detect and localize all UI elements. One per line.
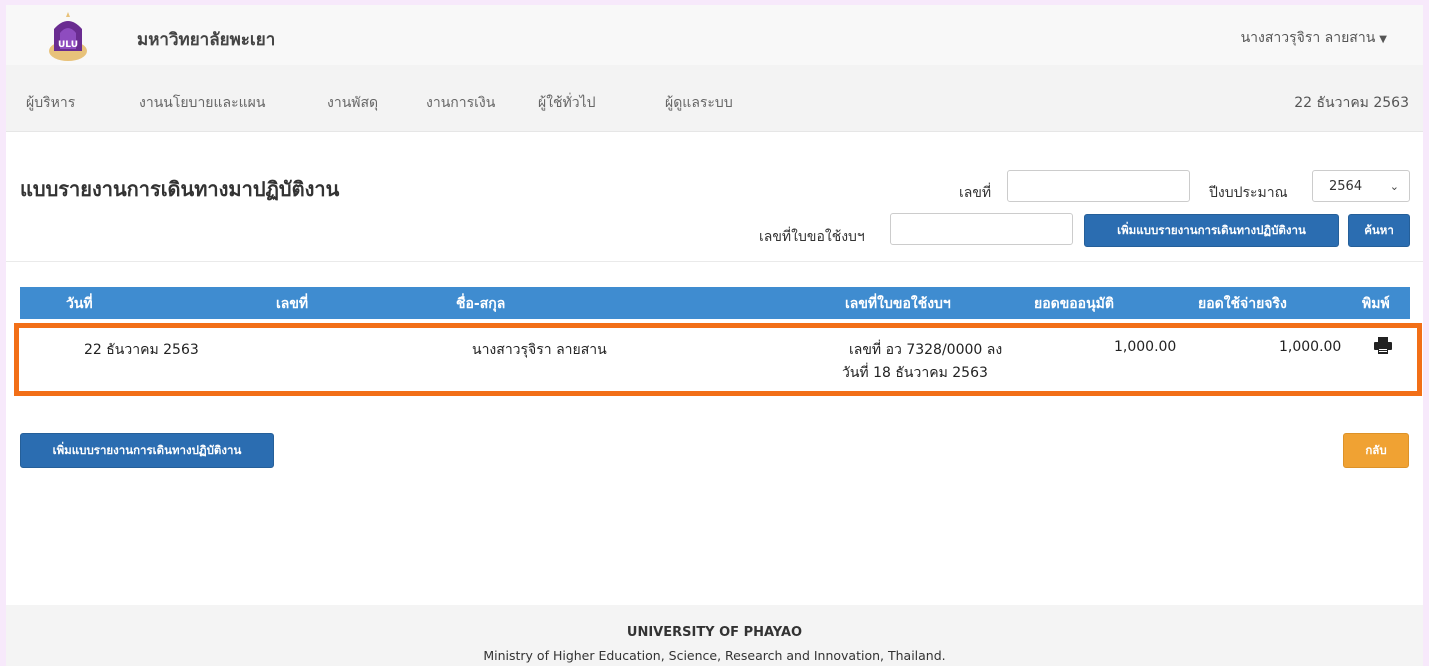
nav-item-policy-plan[interactable]: งานนโยบายและแผน <box>139 92 265 114</box>
svg-text:ULU: ULU <box>58 40 78 50</box>
col-print: พิมพ์ <box>1362 296 1390 312</box>
nav-item-procurement[interactable]: งานพัสดุ <box>327 92 378 114</box>
col-name: ชื่อ-สกุล <box>456 296 506 312</box>
user-name: นางสาวรุจิรา ลายสาน <box>1240 30 1376 46</box>
current-date: 22 ธันวาคม 2563 <box>1294 95 1409 111</box>
year-select-value: 2564 <box>1329 178 1363 194</box>
top-bar: ULU มหาวิทยาลัยพะเยา นางสาวรุจิรา ลายสาน… <box>6 5 1423 65</box>
table-header: วันที่ เลขที่ ชื่อ-สกุล เลขที่ใบขอใช้งบฯ… <box>20 287 1410 319</box>
add-report-button-top[interactable]: เพิ่มแบบรายงานการเดินทางปฏิบัติงาน <box>1084 214 1339 247</box>
nav-item-finance[interactable]: งานการเงิน <box>426 92 495 114</box>
user-menu[interactable]: นางสาวรุจิรา ลายสาน ▼ <box>1241 27 1387 49</box>
footer-ministry: Ministry of Higher Education, Science, R… <box>483 648 946 663</box>
col-number: เลขที่ <box>276 296 309 312</box>
year-label: ปีงบประมาณ <box>1209 185 1288 201</box>
nav-item-general-user[interactable]: ผู้ใช้ทั่วไป <box>538 92 596 114</box>
col-request-no: เลขที่ใบขอใช้งบฯ <box>845 296 951 312</box>
main-nav: ผู้บริหาร งานนโยบายและแผน งานพัสดุ งานกา… <box>6 65 1423 132</box>
doc-no-label: เลขที่ <box>959 185 992 201</box>
page-title: แบบรายงานการเดินทางมาปฏิบัติงาน <box>20 177 340 201</box>
nav-item-admin[interactable]: ผู้ดูแลระบบ <box>665 92 733 114</box>
brand-title[interactable]: มหาวิทยาลัยพะเยา <box>137 26 275 53</box>
col-actual: ยอดใช้จ่ายจริง <box>1198 296 1287 312</box>
caret-down-icon: ▼ <box>1379 34 1387 45</box>
add-report-button-bottom[interactable]: เพิ่มแบบรายงานการเดินทางปฏิบัติงาน <box>20 433 274 468</box>
divider <box>6 261 1423 262</box>
doc-no-input[interactable] <box>1007 170 1190 202</box>
col-approved: ยอดขออนุมัติ <box>1034 296 1114 312</box>
nav-item-executive[interactable]: ผู้บริหาร <box>26 92 75 114</box>
row-highlight-box <box>14 323 1422 396</box>
col-date: วันที่ <box>66 296 93 312</box>
year-select[interactable]: 2564 ⌄ <box>1312 170 1410 202</box>
request-no-input[interactable] <box>890 213 1073 245</box>
footer-university: UNIVERSITY OF PHAYAO <box>626 625 803 640</box>
chevron-down-icon: ⌄ <box>1389 179 1399 193</box>
page: ULU มหาวิทยาลัยพะเยา นางสาวรุจิรา ลายสาน… <box>6 5 1423 666</box>
university-logo[interactable]: ULU <box>46 11 90 63</box>
search-button[interactable]: ค้นหา <box>1348 214 1410 247</box>
request-no-label: เลขที่ใบขอใช้งบฯ <box>759 229 865 245</box>
back-button[interactable]: กลับ <box>1343 433 1409 468</box>
